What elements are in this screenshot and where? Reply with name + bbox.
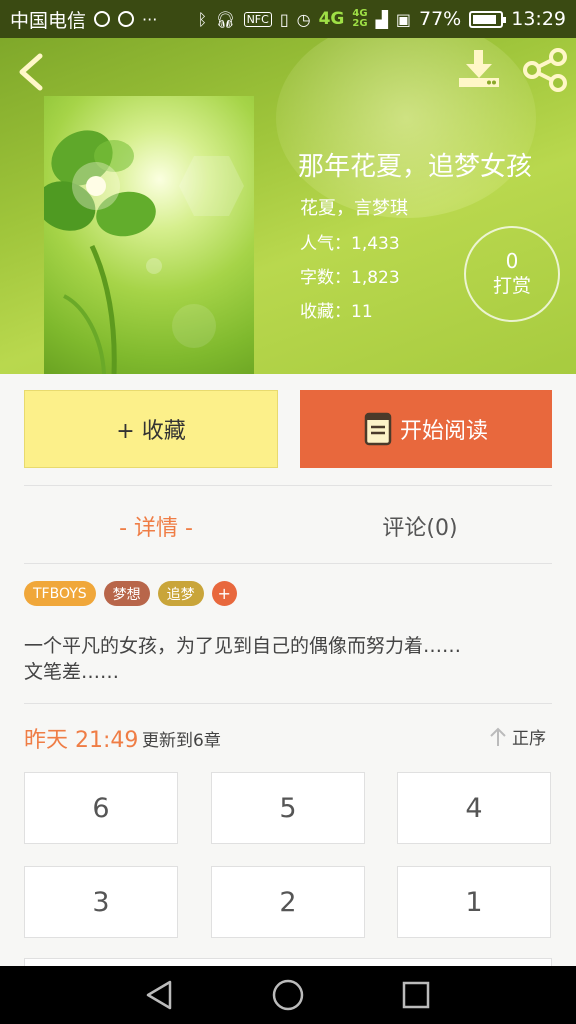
chapter-button[interactable]: 4	[397, 772, 551, 844]
book-cover[interactable]	[44, 96, 254, 374]
notification-icon-2	[118, 11, 135, 27]
back-nav-icon[interactable]	[142, 977, 178, 1013]
tab-comments[interactable]: 评论(0)	[288, 506, 552, 546]
nfc-icon: NFC	[243, 11, 272, 27]
update-text: 更新到6章	[142, 731, 221, 751]
tag-list: TFBOYS 梦想 追梦 +	[24, 581, 237, 606]
tag-dream[interactable]: 梦想	[103, 581, 150, 606]
sim-icon: ▣	[395, 9, 411, 29]
divider	[24, 563, 552, 564]
battery-icon	[469, 10, 507, 28]
signal-icon: ▟	[375, 9, 388, 29]
divider	[24, 703, 552, 704]
sort-order-label: 正序	[512, 729, 546, 749]
book-icon	[364, 412, 392, 446]
arrow-up-icon	[490, 727, 506, 746]
tag-chase-dream[interactable]: 追梦	[157, 581, 204, 606]
status-bar: 中国电信 ··· ᛒ 🎧︎ NFC ▯ ◷ 4G 4G 2G ▟ ▣ 77% 1…	[0, 0, 576, 38]
vibrate-icon: ▯	[279, 9, 289, 29]
recents-nav-icon[interactable]	[398, 977, 434, 1013]
book-header: 那年花夏，追梦女孩 花夏，言梦琪 人气：1,433 字数：1,823 收藏：11…	[0, 38, 576, 374]
add-favorite-button[interactable]: + 收藏	[24, 390, 278, 468]
start-reading-button[interactable]: 开始阅读	[300, 390, 552, 468]
book-description: 一个平凡的女孩，为了见到自己的偶像而努力着…… 文笔差……	[24, 633, 554, 685]
tip-label: 打赏	[492, 275, 531, 297]
sort-order-button[interactable]: 正序	[488, 724, 546, 749]
add-tag-button[interactable]: +	[211, 581, 237, 606]
favorites-stat: 收藏：11	[300, 302, 373, 322]
notification-icon	[94, 11, 111, 27]
description-line-1: 一个平凡的女孩，为了见到自己的偶像而努力着……	[24, 635, 462, 657]
tip-count: 0	[505, 249, 519, 273]
description-line-2: 文笔差……	[24, 661, 120, 683]
tag-tfboys[interactable]: TFBOYS	[24, 581, 96, 606]
tip-button[interactable]: 0 打赏	[464, 226, 560, 322]
chapter-button[interactable]: 2	[211, 866, 365, 938]
update-date: 昨天 21:49	[24, 728, 139, 753]
alarm-icon: ◷	[296, 9, 311, 29]
share-button[interactable]	[520, 48, 570, 92]
bluetooth-icon: ᛒ	[197, 9, 208, 29]
word-count-stat: 字数：1,823	[300, 268, 400, 288]
carrier-label: 中国电信	[10, 9, 87, 32]
back-arrow-icon	[19, 53, 43, 91]
battery-percent: 77%	[419, 8, 462, 30]
divider	[24, 485, 552, 486]
more-icon: ···	[142, 9, 158, 29]
network-type-2: 4G 2G	[352, 8, 368, 29]
share-icon	[523, 48, 567, 92]
tab-details[interactable]: - 详情 -	[24, 506, 288, 546]
popularity-stat: 人气：1,433	[300, 234, 400, 254]
chapter-button[interactable]: 3	[24, 866, 178, 938]
back-button[interactable]	[14, 52, 48, 92]
home-nav-icon[interactable]	[270, 977, 306, 1013]
book-title: 那年花夏，追梦女孩	[298, 152, 533, 182]
chapter-button[interactable]: 1	[397, 866, 551, 938]
download-button[interactable]	[456, 48, 502, 90]
start-reading-label: 开始阅读	[399, 419, 488, 444]
headphones-icon: 🎧︎	[215, 9, 236, 29]
system-nav-bar	[0, 966, 576, 1024]
book-author[interactable]: 花夏，言梦琪	[300, 194, 408, 220]
clock: 13:29	[511, 8, 566, 30]
network-type: 4G	[318, 9, 345, 29]
download-icon	[459, 50, 499, 87]
clover-illustration	[44, 130, 244, 374]
chapter-button[interactable]: 6	[24, 772, 178, 844]
chapter-button[interactable]: 5	[211, 772, 365, 844]
